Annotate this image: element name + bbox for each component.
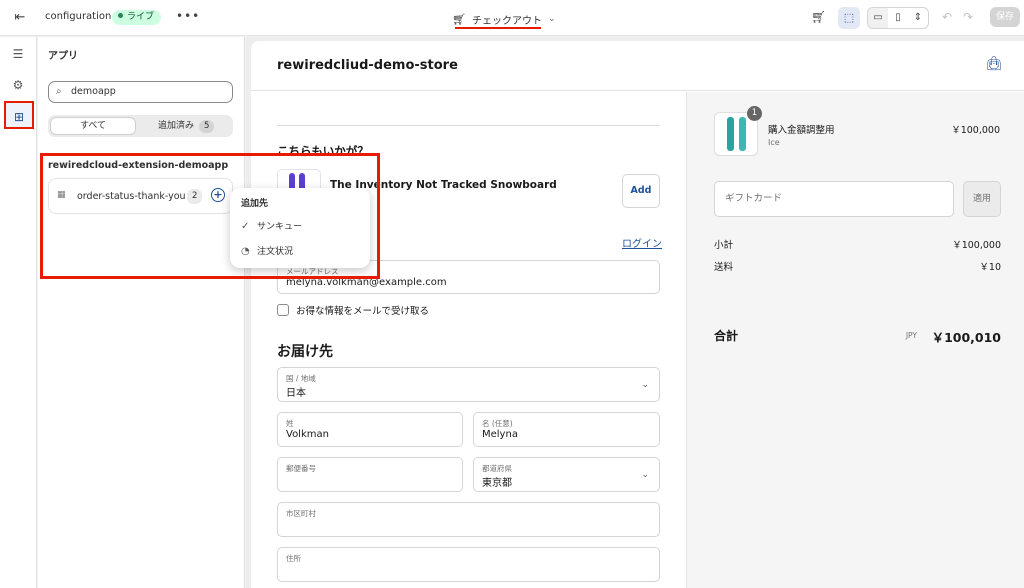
- status-badge-label: ライブ: [127, 12, 155, 22]
- chevron-down-icon: ⌄: [547, 14, 556, 24]
- firstname-field[interactable]: 名 (任意) Melyna: [473, 412, 660, 447]
- lastname-value: Volkman: [286, 429, 329, 440]
- search-input[interactable]: ⌕ demoapp: [48, 81, 233, 103]
- lastname-field[interactable]: 姓 Volkman: [277, 412, 463, 447]
- summary-item-price: ￥100,000: [951, 125, 1000, 136]
- country-select[interactable]: 国 / 地域 日本 ⌄: [277, 367, 660, 402]
- page-selector-highlight: [455, 27, 541, 29]
- prefecture-value: 東京都: [482, 478, 512, 489]
- extension-item[interactable]: ▦ order-status-thank-you 2 +: [48, 178, 233, 214]
- total-value: ￥100,010: [931, 330, 1001, 345]
- sections-icon[interactable]: ☰: [9, 45, 27, 63]
- add-to-popover: 追加先 ✓ サンキュー ◔ 注文状況: [230, 188, 370, 268]
- desktop-view-icon[interactable]: ▭: [868, 8, 888, 28]
- chevron-down-icon: ⌄: [641, 380, 649, 390]
- apps-panel-header: アプリ: [48, 51, 78, 62]
- popover-item-label: 注文状況: [257, 247, 294, 257]
- recommend-heading: こちらもいかが？: [277, 144, 369, 158]
- postal-label: 郵便番号: [286, 464, 316, 473]
- check-circle-icon: ✓: [241, 221, 250, 232]
- store-name: rewiredcliud-demo-store: [277, 58, 458, 73]
- add-product-button[interactable]: Add: [622, 174, 660, 208]
- shipping-value: ￥10: [979, 262, 1001, 273]
- save-button[interactable]: 保存: [990, 7, 1020, 27]
- left-rail: ☰ ⚙ ⊞: [0, 37, 37, 588]
- status-badge: ライブ: [112, 10, 162, 25]
- popover-item-thank-you[interactable]: ✓ サンキュー: [241, 219, 302, 232]
- tab-added-count: 5: [199, 120, 215, 133]
- country-value: 日本: [286, 388, 306, 399]
- extension-block-icon: ▦: [57, 190, 66, 200]
- popover-header: 追加先: [241, 199, 269, 209]
- currency-code: JPY: [905, 331, 917, 340]
- postal-code-field[interactable]: 郵便番号: [277, 457, 463, 492]
- gift-card-input[interactable]: ギフトカード: [714, 181, 954, 217]
- redo-icon[interactable]: ↷: [963, 10, 973, 24]
- page-title: configuration: [45, 11, 112, 22]
- search-value: demoapp: [71, 86, 116, 97]
- device-toggle-group: ▭ ▯ ⇕: [867, 7, 929, 29]
- city-field[interactable]: 市区町村: [277, 502, 660, 537]
- add-circle-icon[interactable]: +: [211, 188, 225, 202]
- apps-icon[interactable]: ⊞: [4, 101, 34, 129]
- cart-icon: 🛒︎: [452, 12, 466, 26]
- subtotal-label: 小計: [714, 240, 734, 251]
- search-icon: ⌕: [56, 86, 62, 97]
- prefecture-label: 都道府県: [482, 464, 512, 473]
- mobile-view-icon[interactable]: ▯: [888, 8, 908, 28]
- apps-panel: アプリ ⌕ demoapp すべて 追加済み 5 rewiredcloud-ext…: [38, 37, 245, 588]
- shipping-label: 送料: [714, 262, 734, 273]
- chevron-down-icon: ⌄: [641, 470, 649, 480]
- popover-item-label: サンキュー: [257, 222, 303, 232]
- more-actions-button[interactable]: •••: [176, 9, 200, 23]
- city-label: 市区町村: [286, 509, 316, 518]
- exit-icon[interactable]: ⇤: [12, 10, 28, 26]
- shipping-heading: お届け先: [277, 344, 333, 360]
- shipping-row: 送料 ￥10: [714, 259, 1001, 273]
- summary-item-variant: Ice: [768, 138, 780, 147]
- login-link[interactable]: ログイン: [622, 235, 662, 250]
- progress-icon: ◔: [241, 246, 250, 257]
- fullscreen-view-icon[interactable]: ⇕: [908, 8, 928, 28]
- filter-tabs: すべて 追加済み 5: [48, 115, 233, 137]
- checkout-preview: rewiredcliud-demo-store 👜︎ こちらもいかが？ The …: [251, 41, 1024, 588]
- app-title: rewiredcloud-extension-demoapp: [48, 160, 229, 171]
- subtotal-value: ￥100,000: [952, 240, 1001, 251]
- firstname-label: 名 (任意): [482, 419, 513, 428]
- email-value: melyna.volkman@example.com: [286, 277, 447, 288]
- total-label: 合計: [714, 329, 739, 343]
- settings-gear-icon[interactable]: ⚙: [9, 76, 27, 94]
- summary-item-name: 購入金額調整用: [768, 125, 835, 136]
- quantity-badge: 1: [747, 106, 762, 121]
- undo-icon[interactable]: ↶: [942, 10, 952, 24]
- order-summary: 1 購入金額調整用 Ice ￥100,000 ギフトカード 適用 小計 ￥100…: [686, 92, 1024, 588]
- tab-all[interactable]: すべて: [50, 117, 136, 135]
- country-label: 国 / 地域: [286, 374, 316, 383]
- popover-item-order-status[interactable]: ◔ 注文状況: [241, 244, 293, 257]
- apply-button[interactable]: 適用: [963, 181, 1001, 217]
- address-label: 住所: [286, 554, 301, 563]
- firstname-value: Melyna: [482, 429, 518, 440]
- tab-added[interactable]: 追加済み 5: [158, 117, 215, 135]
- newsletter-checkbox[interactable]: [277, 304, 289, 316]
- cart-preview-icon[interactable]: 🛒︎: [811, 10, 826, 24]
- store-header: rewiredcliud-demo-store 👜︎: [251, 41, 1024, 91]
- prefecture-select[interactable]: 都道府県 東京都 ⌄: [473, 457, 660, 492]
- newsletter-label: お得な情報をメールで受け取る: [296, 306, 430, 317]
- address-field[interactable]: 住所: [277, 547, 660, 582]
- total-row: 合計 JPY ￥100,010: [714, 327, 1001, 345]
- inspect-select-button[interactable]: ⬚: [838, 7, 860, 29]
- shopping-bag-icon[interactable]: 👜︎: [985, 56, 1003, 72]
- divider: [277, 125, 660, 126]
- page-selector-label: チェックアウト: [471, 15, 542, 27]
- checkout-form: こちらもいかが？ The Inventory Not Tracked Snowb…: [251, 92, 686, 588]
- lastname-label: 姓: [286, 419, 294, 428]
- extension-label: order-status-thank-you: [77, 191, 186, 202]
- tab-added-label: 追加済み: [158, 121, 195, 131]
- subtotal-row: 小計 ￥100,000: [714, 237, 1001, 251]
- extension-count-badge: 2: [187, 189, 203, 204]
- status-dot-icon: [118, 13, 123, 18]
- top-bar: ⇤ configuration ライブ ••• 🛒︎ チェックアウト ⌄ 🛒︎ …: [0, 0, 1024, 36]
